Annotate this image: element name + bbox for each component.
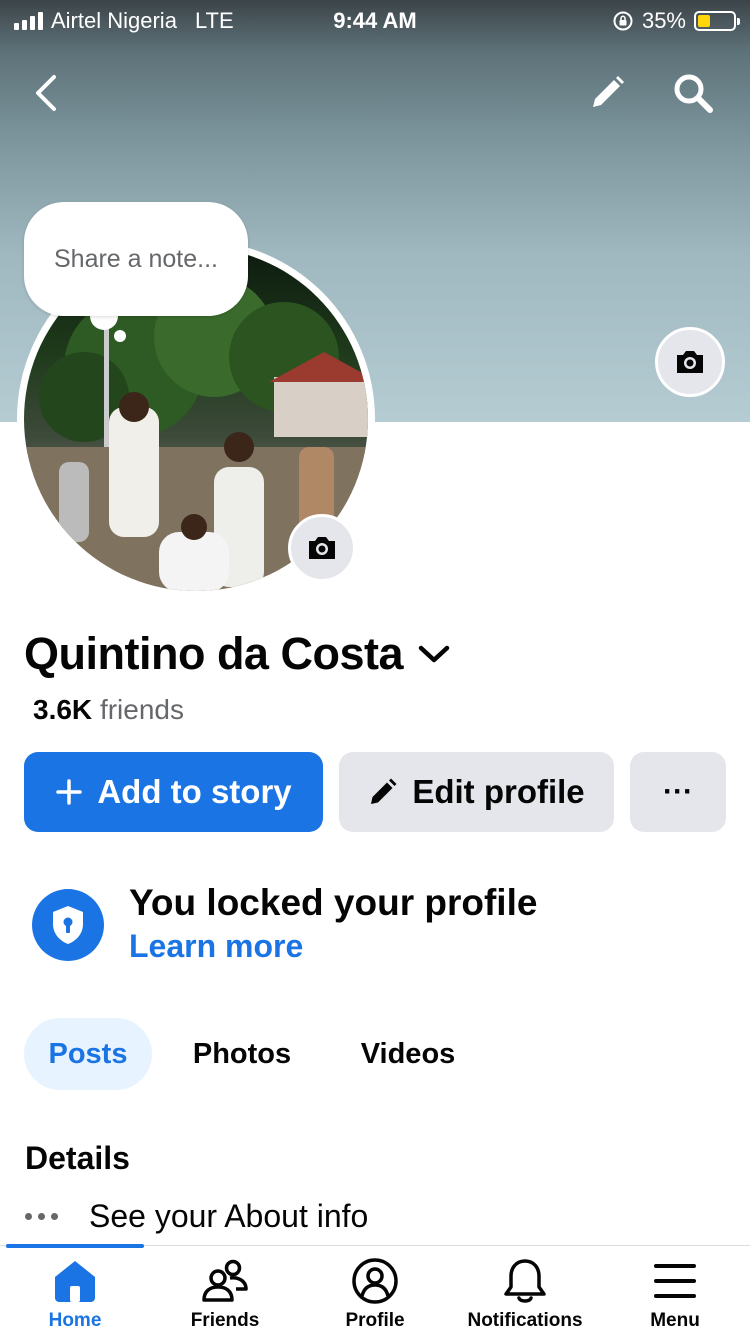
back-button[interactable] (22, 68, 72, 118)
note-bubble-tail-dot (114, 330, 126, 342)
share-note-bubble[interactable]: Share a note... (24, 202, 248, 316)
battery-icon (694, 11, 740, 31)
nav-friends-label: Friends (190, 1310, 260, 1331)
more-options-button[interactable]: ··· (630, 752, 726, 832)
search-button[interactable] (668, 68, 718, 118)
learn-more-link[interactable]: Learn more (129, 928, 303, 965)
edit-profile-button[interactable]: Edit profile (339, 752, 614, 832)
more-options-label: ··· (663, 775, 693, 808)
nav-profile[interactable]: Profile (300, 1256, 450, 1332)
profile-name-row[interactable]: Quintino da Costa (24, 628, 451, 680)
about-info-label: See your About info (89, 1198, 369, 1234)
home-icon (52, 1256, 98, 1306)
edit-profile-label: Edit profile (412, 773, 585, 810)
rotation-lock-icon (613, 11, 633, 31)
profile-name: Quintino da Costa (24, 628, 404, 679)
friends-label: friends (99, 694, 184, 725)
nav-menu-label: Menu (650, 1310, 700, 1331)
pencil-icon (371, 778, 397, 804)
tab-videos[interactable]: Videos (338, 1018, 478, 1090)
bottom-navigation: Home Friends Profile Notifications Menu (0, 1244, 750, 1334)
about-info-row[interactable]: See your About info (25, 1198, 368, 1235)
details-heading: Details (25, 1140, 130, 1176)
shield-lock-icon (32, 889, 104, 961)
add-to-story-button[interactable]: Add to story (24, 752, 323, 832)
nav-profile-label: Profile (345, 1310, 405, 1331)
avatar-camera-button[interactable] (288, 514, 356, 582)
nav-home[interactable]: Home (0, 1256, 150, 1332)
nav-notifications-label: Notifications (467, 1310, 583, 1331)
tab-photos[interactable]: Photos (172, 1018, 312, 1090)
profile-icon (351, 1256, 399, 1306)
status-bar: Airtel Nigeria LTE 9:44 AM 35% (0, 0, 750, 40)
nav-notifications[interactable]: Notifications (450, 1256, 600, 1332)
locked-profile-title: You locked your profile (129, 882, 538, 923)
camera-icon (309, 537, 335, 559)
battery-percent: 35% (641, 8, 686, 33)
menu-icon (653, 1256, 697, 1306)
friends-count[interactable]: 3.6K friends (33, 694, 184, 726)
search-icon (674, 74, 713, 113)
cover-camera-button[interactable] (655, 327, 725, 397)
nav-menu[interactable]: Menu (600, 1256, 750, 1332)
more-dots-icon (25, 1213, 61, 1220)
camera-icon (677, 351, 703, 373)
friends-number: 3.6K (33, 694, 93, 725)
friends-icon (200, 1256, 250, 1306)
note-placeholder: Share a note... (53, 244, 218, 273)
nav-friends[interactable]: Friends (150, 1256, 300, 1332)
bell-icon (502, 1256, 548, 1306)
chevron-down-icon[interactable] (417, 643, 451, 665)
edit-cover-button[interactable] (582, 68, 632, 118)
active-tab-indicator (6, 1244, 144, 1248)
chevron-left-icon (36, 75, 56, 111)
pencil-icon (593, 76, 624, 107)
plus-icon (56, 779, 83, 805)
add-to-story-label: Add to story (97, 773, 292, 810)
tab-posts[interactable]: Posts (24, 1018, 152, 1090)
nav-home-label: Home (48, 1310, 102, 1331)
